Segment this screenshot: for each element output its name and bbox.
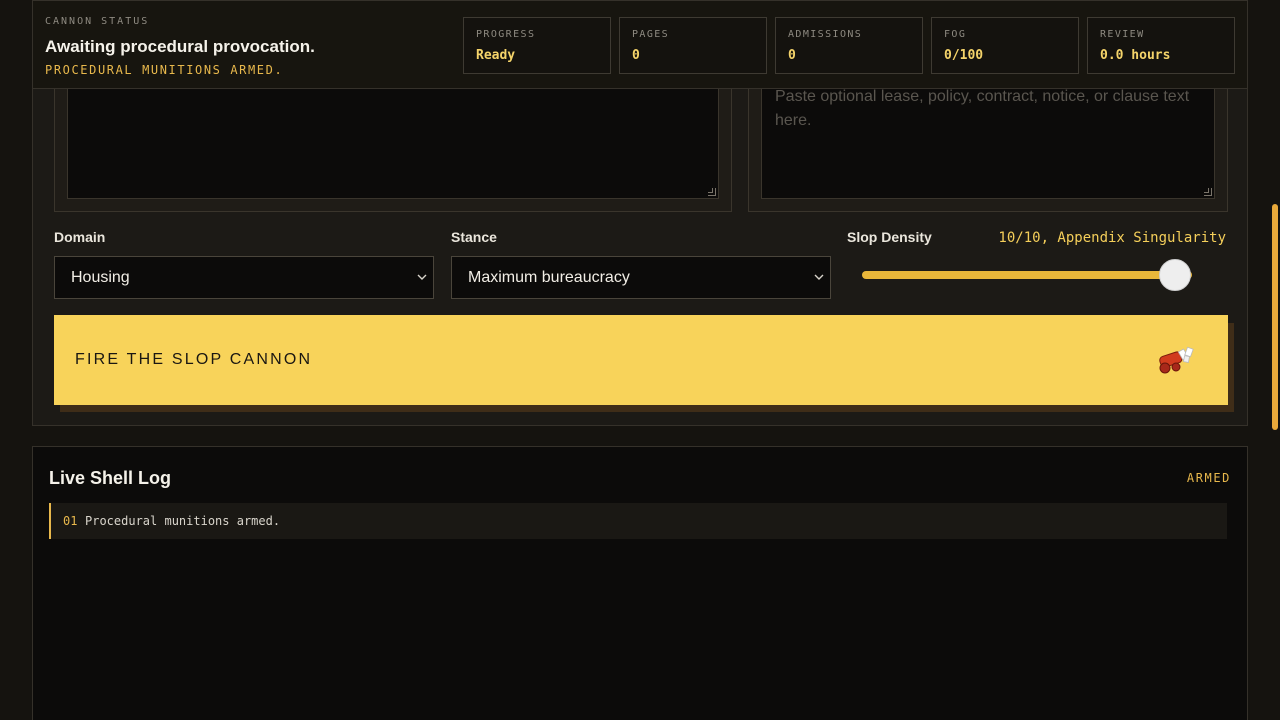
stat-value: Ready <box>476 48 516 63</box>
stat-value: 0/100 <box>944 48 984 63</box>
domain-label: Domain <box>54 229 106 245</box>
chevron-down-icon <box>417 274 427 280</box>
status-subtitle: PROCEDURAL MUNITIONS ARMED. <box>45 63 284 77</box>
density-value: 10/10, Appendix Singularity <box>998 230 1226 246</box>
log-entry: 01 Procedural munitions armed. <box>49 503 1227 539</box>
log-title: Live Shell Log <box>49 468 172 488</box>
stat-value: 0.0 hours <box>1100 48 1171 63</box>
resize-grip-icon[interactable] <box>1204 188 1212 196</box>
stat-admissions: ADMISSIONS 0 <box>775 17 923 74</box>
density-label: Slop Density <box>847 229 932 245</box>
density-slider-track[interactable] <box>862 271 1192 279</box>
stat-review: REVIEW 0.0 hours <box>1087 17 1235 74</box>
domain-select-value: Housing <box>71 269 130 286</box>
stat-label: PAGES <box>632 29 670 40</box>
source-text-textarea[interactable]: Paste optional lease, policy, contract, … <box>761 82 1215 199</box>
stance-label: Stance <box>451 229 497 245</box>
stat-label: ADMISSIONS <box>788 29 863 40</box>
source-text-placeholder: Paste optional lease, policy, contract, … <box>775 88 1190 129</box>
notes-textarea[interactable] <box>67 82 719 199</box>
log-status-badge: ARMED <box>1186 471 1231 485</box>
cannon-icon <box>1159 346 1194 374</box>
log-entry-number: 01 <box>63 514 78 528</box>
stat-progress: PROGRESS Ready <box>463 17 611 74</box>
cannon-status-bar: CANNON STATUS Awaiting procedural provoc… <box>32 0 1248 89</box>
domain-select[interactable]: Housing <box>54 256 434 299</box>
stance-select-value: Maximum bureaucracy <box>468 269 630 286</box>
stat-pages: PAGES 0 <box>619 17 767 74</box>
page-scrollbar-thumb[interactable] <box>1272 204 1278 430</box>
stat-value: 0 <box>788 48 796 63</box>
status-title: Awaiting procedural provocation. <box>45 37 315 56</box>
stat-label: PROGRESS <box>476 29 536 40</box>
log-entry-text: Procedural munitions armed. <box>85 514 281 528</box>
status-eyebrow: CANNON STATUS <box>45 16 150 27</box>
source-textarea-box: Paste optional lease, policy, contract, … <box>748 81 1228 212</box>
resize-grip-icon[interactable] <box>708 188 716 196</box>
notes-textarea-box <box>54 81 732 212</box>
fire-cannon-button[interactable]: FIRE THE SLOP CANNON <box>54 315 1228 405</box>
stance-select[interactable]: Maximum bureaucracy <box>451 256 831 299</box>
live-shell-log-panel: Live Shell Log ARMED 01 Procedural munit… <box>32 446 1248 720</box>
fire-button-label: FIRE THE SLOP CANNON <box>75 351 313 368</box>
stat-label: REVIEW <box>1100 29 1145 40</box>
stat-value: 0 <box>632 48 640 63</box>
chevron-down-icon <box>814 274 824 280</box>
stat-fog: FOG 0/100 <box>931 17 1079 74</box>
stat-label: FOG <box>944 29 967 40</box>
density-slider-thumb[interactable] <box>1159 259 1191 291</box>
